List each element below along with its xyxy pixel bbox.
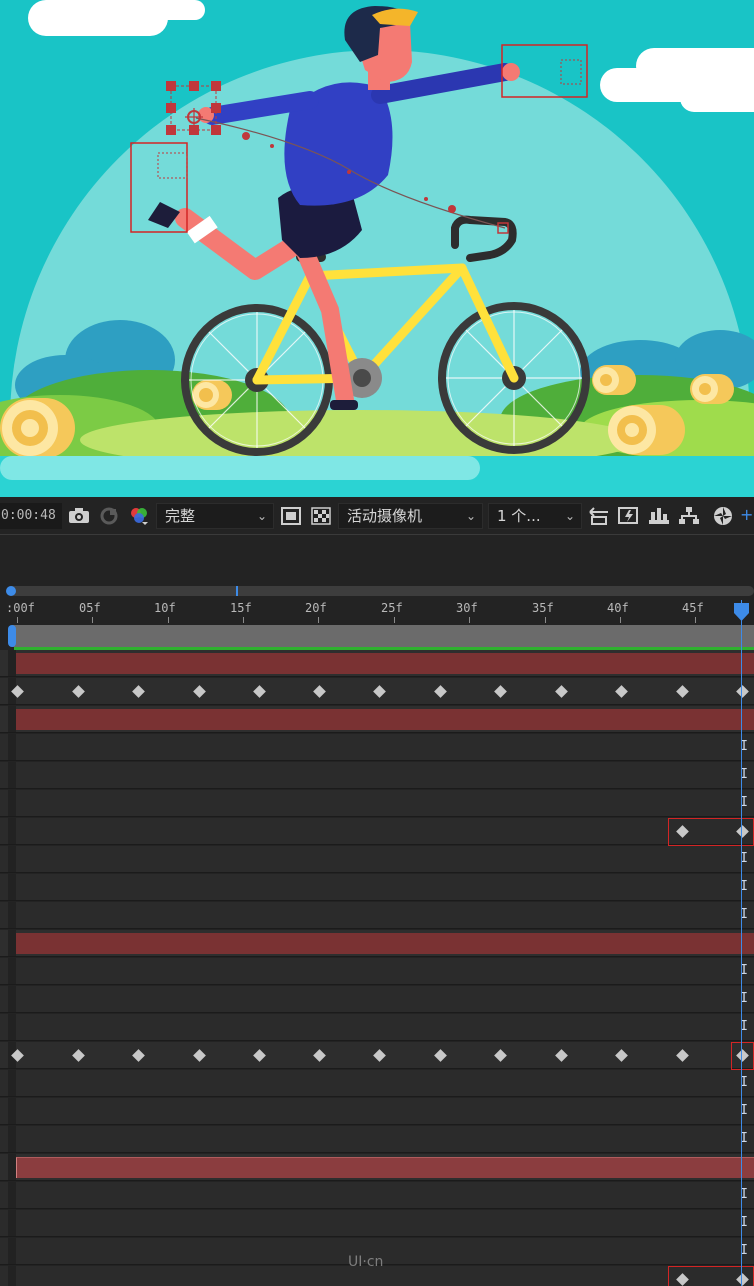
ruler-label: 35f <box>532 601 554 615</box>
views-label: 1 个... <box>497 507 541 525</box>
ruler-label: 40f <box>607 601 629 615</box>
timeline-track-row[interactable]: I <box>0 958 754 985</box>
keyframe-diamond[interactable] <box>132 685 145 698</box>
fast-preview-icon[interactable] <box>616 503 642 529</box>
keyframe-diamond[interactable] <box>373 1049 386 1062</box>
work-area-start-handle[interactable] <box>8 625 16 647</box>
timeline-track-row[interactable]: I <box>0 846 754 873</box>
cyclist-illustration <box>0 0 754 497</box>
ruler-label: 30f <box>456 601 478 615</box>
after-effects-window: 0:00:48 完整 ⌄ 活动摄像机 ⌄ 1 个... ⌄ +:00f 05f… <box>0 0 754 1286</box>
keyframe-diamond[interactable] <box>676 685 689 698</box>
timeline-header <box>0 536 754 584</box>
keyframe-diamond[interactable] <box>615 1049 628 1062</box>
keyframe-diamond[interactable] <box>193 685 206 698</box>
keyframe-diamond[interactable] <box>313 1049 326 1062</box>
color-channel-icon[interactable] <box>126 503 152 529</box>
timeline-track-row[interactable]: I <box>0 1014 754 1041</box>
keyframe-diamond[interactable] <box>72 1049 85 1062</box>
timeline-track-row[interactable]: I <box>0 902 754 929</box>
keyframe-diamond[interactable] <box>313 685 326 698</box>
work-area-bar[interactable] <box>12 625 754 647</box>
timeline-track-row[interactable]: I <box>0 762 754 789</box>
keyframe-diamond[interactable] <box>434 1049 447 1062</box>
timeline-track-row[interactable]: I <box>0 734 754 761</box>
keyframe-diamond[interactable] <box>615 685 628 698</box>
timeline-track-row[interactable] <box>0 818 754 845</box>
timeline-track-row[interactable]: I <box>0 874 754 901</box>
resolution-label: 完整 <box>165 507 196 525</box>
keyframe-diamond[interactable] <box>253 685 266 698</box>
timecode-display[interactable]: 0:00:48 <box>0 503 62 529</box>
timeline-track-row[interactable]: I <box>0 986 754 1013</box>
shutter-icon[interactable] <box>710 503 736 529</box>
chevron-down-icon: ⌄ <box>256 509 267 523</box>
ruler-label: 10f <box>154 601 176 615</box>
layer-tracks: IIIIIIIIIIIIIII <box>0 650 754 1286</box>
timeline-track-row[interactable]: I <box>0 790 754 817</box>
watermark: UI·cn <box>348 1254 384 1270</box>
timeline-icon[interactable] <box>646 503 672 529</box>
keyframe-diamond[interactable] <box>494 685 507 698</box>
keyframe-diamond[interactable] <box>132 1049 145 1062</box>
layer-duration-bar[interactable] <box>16 709 754 730</box>
camera-dropdown[interactable]: 活动摄像机 ⌄ <box>338 503 483 529</box>
keyframe-diamond[interactable] <box>555 1049 568 1062</box>
layer-duration-bar[interactable] <box>16 933 754 954</box>
timeline-panel: :00f 05f 10f 15f 20f 25f 30f 35f 40f 45f… <box>0 536 754 1286</box>
timeline-track-row[interactable]: I <box>0 1126 754 1153</box>
ruler-label: 15f <box>230 601 252 615</box>
resolution-dropdown[interactable]: 完整 ⌄ <box>156 503 274 529</box>
transparency-grid-icon[interactable] <box>308 503 334 529</box>
snapshot-icon[interactable] <box>96 503 122 529</box>
ruler-label: 05f <box>79 601 101 615</box>
timeline-track-row[interactable] <box>0 678 754 705</box>
ruler-label: :00f <box>6 601 35 615</box>
chevron-down-icon: ⌄ <box>465 509 476 523</box>
timeline-track-row[interactable] <box>0 706 754 733</box>
keyframe-diamond[interactable] <box>555 685 568 698</box>
ruler-label: 45f <box>682 601 704 615</box>
layer-duration-bar[interactable] <box>16 1157 754 1178</box>
time-navigator[interactable] <box>8 586 754 596</box>
reset-exposure-icon[interactable] <box>586 503 612 529</box>
keyframe-diamond[interactable] <box>373 685 386 698</box>
timeline-track-row[interactable]: I <box>0 1182 754 1209</box>
flowchart-icon[interactable] <box>676 503 702 529</box>
keyframe-diamond[interactable] <box>434 685 447 698</box>
playhead-handle[interactable] <box>734 603 749 621</box>
time-ruler[interactable]: :00f 05f 10f 15f 20f 25f 30f 35f 40f 45f <box>0 596 754 624</box>
chevron-down-icon: ⌄ <box>564 509 575 523</box>
add-icon[interactable]: + <box>740 503 754 529</box>
camera-icon[interactable] <box>66 503 92 529</box>
timeline-track-row[interactable] <box>0 1154 754 1181</box>
timeline-track-row[interactable] <box>0 650 754 677</box>
viewer-toolbar: 0:00:48 完整 ⌄ 活动摄像机 ⌄ 1 个... ⌄ + <box>0 497 754 535</box>
timeline-track-row[interactable]: I <box>0 1070 754 1097</box>
timeline-track-row[interactable]: I <box>0 1098 754 1125</box>
layer-duration-bar[interactable] <box>16 653 754 674</box>
composition-viewer[interactable] <box>0 0 754 497</box>
region-of-interest-icon[interactable] <box>278 503 304 529</box>
playhead-line <box>741 600 742 1286</box>
keyframe-diamond[interactable] <box>253 1049 266 1062</box>
time-navigator-marker <box>236 586 238 596</box>
timeline-track-row[interactable]: I <box>0 1210 754 1237</box>
camera-label: 活动摄像机 <box>347 507 423 525</box>
keyframe-diamond[interactable] <box>72 685 85 698</box>
keyframe-diamond[interactable] <box>494 1049 507 1062</box>
timeline-track-row[interactable] <box>0 930 754 957</box>
highlight-box-keyframes-2 <box>731 1042 754 1070</box>
keyframe-diamond[interactable] <box>676 1049 689 1062</box>
timeline-track-row[interactable] <box>0 1042 754 1069</box>
keyframe-diamond[interactable] <box>193 1049 206 1062</box>
views-dropdown[interactable]: 1 个... ⌄ <box>488 503 582 529</box>
time-navigator-start-handle[interactable] <box>6 586 16 596</box>
selection-handles[interactable] <box>166 81 221 135</box>
keyframe-diamond[interactable] <box>736 685 749 698</box>
ruler-label: 20f <box>305 601 327 615</box>
ruler-label: 25f <box>381 601 403 615</box>
